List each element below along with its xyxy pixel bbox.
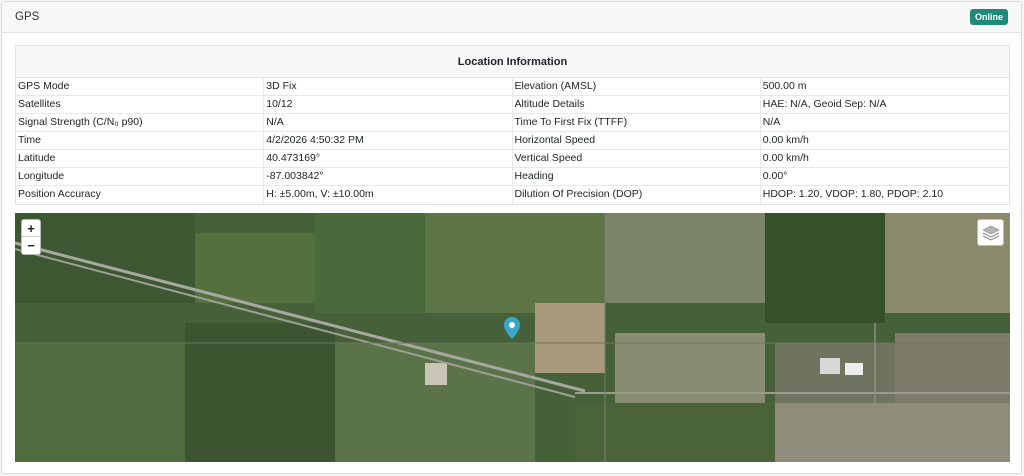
field-label: Latitude <box>16 150 265 167</box>
card-header: GPS Online <box>2 2 1021 33</box>
table-row: Signal Strength (C/N₀ p90) N/A Time To Fir… <box>16 114 1009 132</box>
status-badge: Online <box>969 9 1008 25</box>
field-label: Satellites <box>16 96 265 113</box>
field-value: 4/2/2026 4:50:32 PM <box>264 132 513 149</box>
field-label: Time To First Fix (TTFF) <box>513 114 761 131</box>
field-label: Horizontal Speed <box>513 132 761 149</box>
field-value: H: ±5.00m, V: ±10.00m <box>264 186 513 204</box>
field-value: 40.473169° <box>264 150 513 167</box>
table-row: Satellites 10/12 Altitude Details HAE: N/A,… <box>16 96 1009 114</box>
field-label: Signal Strength (C/N₀ p90) <box>16 114 265 131</box>
gps-card: GPS Online Location Information GPS Mode… <box>1 1 1022 474</box>
field-value: N/A <box>264 114 513 131</box>
layers-icon <box>981 225 1000 241</box>
field-label: GPS Mode <box>16 78 265 95</box>
zoom-in-button[interactable]: + <box>22 220 40 237</box>
table-row: Longitude -87.003842° Heading 0.00° <box>16 168 1009 186</box>
field-value: N/A <box>762 116 781 128</box>
table-heading: Location Information <box>16 46 1009 78</box>
field-value: 500.00 m <box>762 80 807 92</box>
table-row: Latitude 40.473169° Vertical Speed 0.00 km/… <box>16 150 1009 168</box>
zoom-control: + − <box>21 219 41 255</box>
table-row: GPS Mode 3D Fix Elevation (AMSL) 500.00 m <box>16 78 1009 96</box>
field-label: Elevation (AMSL) <box>513 78 761 95</box>
field-label: Time <box>16 132 265 149</box>
field-label: Longitude <box>16 168 265 185</box>
field-value: HDOP: 1.20, VDOP: 1.80, PDOP: 2.10 <box>762 188 944 200</box>
field-value: 3D Fix <box>264 78 513 95</box>
field-label: Altitude Details <box>513 96 761 113</box>
card-title: GPS <box>15 11 40 23</box>
location-marker[interactable] <box>503 316 521 343</box>
field-label: Position Accuracy <box>16 186 265 204</box>
zoom-out-button[interactable]: − <box>22 237 40 254</box>
field-value: 10/12 <box>264 96 513 113</box>
map-view[interactable]: + − <box>15 213 1010 462</box>
field-value: 0.00 km/h <box>762 152 809 164</box>
field-value: HAE: N/A, Geoid Sep: N/A <box>762 98 887 110</box>
table-row: Time 4/2/2026 4:50:32 PM Horizontal Speed 0… <box>16 132 1009 150</box>
field-label: Vertical Speed <box>513 150 761 167</box>
location-info-table: Location Information GPS Mode 3D Fix Eleva… <box>15 45 1010 205</box>
field-value: -87.003842° <box>264 168 513 185</box>
field-label: Heading <box>513 168 761 185</box>
layers-button[interactable] <box>977 219 1004 246</box>
field-value: 0.00° <box>762 170 788 182</box>
table-row: Position Accuracy H: ±5.00m, V: ±10.00m Di… <box>16 186 1009 204</box>
field-value: 0.00 km/h <box>762 134 809 146</box>
field-label: Dilution Of Precision (DOP) <box>513 186 761 204</box>
map-pin-icon <box>504 317 520 339</box>
